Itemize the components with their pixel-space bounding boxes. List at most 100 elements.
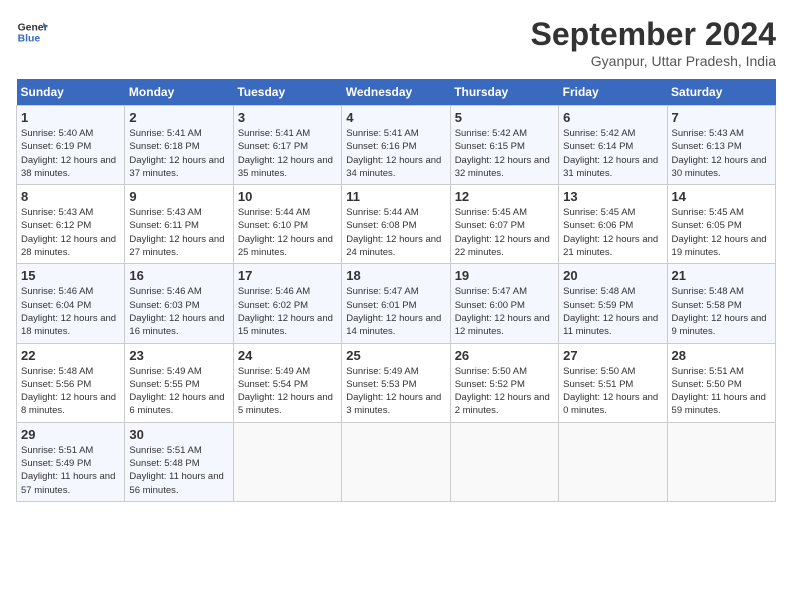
calendar-cell: 26 Sunrise: 5:50 AMSunset: 5:52 PMDaylig…: [450, 343, 558, 422]
calendar-cell: 8 Sunrise: 5:43 AMSunset: 6:12 PMDayligh…: [17, 185, 125, 264]
day-detail: Sunrise: 5:49 AMSunset: 5:55 PMDaylight:…: [129, 366, 224, 417]
calendar-cell: 7 Sunrise: 5:43 AMSunset: 6:13 PMDayligh…: [667, 106, 775, 185]
weekday-header-friday: Friday: [559, 79, 667, 106]
calendar-cell: 16 Sunrise: 5:46 AMSunset: 6:03 PMDaylig…: [125, 264, 233, 343]
weekday-header-row: SundayMondayTuesdayWednesdayThursdayFrid…: [17, 79, 776, 106]
day-number: 12: [455, 189, 554, 204]
day-number: 20: [563, 268, 662, 283]
calendar-cell: 30 Sunrise: 5:51 AMSunset: 5:48 PMDaylig…: [125, 422, 233, 501]
day-detail: Sunrise: 5:43 AMSunset: 6:12 PMDaylight:…: [21, 207, 116, 258]
calendar-cell: 1 Sunrise: 5:40 AMSunset: 6:19 PMDayligh…: [17, 106, 125, 185]
calendar-cell: 21 Sunrise: 5:48 AMSunset: 5:58 PMDaylig…: [667, 264, 775, 343]
calendar-cell: 25 Sunrise: 5:49 AMSunset: 5:53 PMDaylig…: [342, 343, 450, 422]
calendar-cell: 29 Sunrise: 5:51 AMSunset: 5:49 PMDaylig…: [17, 422, 125, 501]
day-detail: Sunrise: 5:40 AMSunset: 6:19 PMDaylight:…: [21, 128, 116, 179]
calendar-cell: [559, 422, 667, 501]
day-number: 4: [346, 110, 445, 125]
day-number: 21: [672, 268, 771, 283]
day-detail: Sunrise: 5:50 AMSunset: 5:52 PMDaylight:…: [455, 366, 550, 417]
calendar-cell: [233, 422, 341, 501]
calendar-cell: 2 Sunrise: 5:41 AMSunset: 6:18 PMDayligh…: [125, 106, 233, 185]
day-number: 18: [346, 268, 445, 283]
day-number: 10: [238, 189, 337, 204]
calendar-cell: 15 Sunrise: 5:46 AMSunset: 6:04 PMDaylig…: [17, 264, 125, 343]
day-number: 2: [129, 110, 228, 125]
calendar-cell: 28 Sunrise: 5:51 AMSunset: 5:50 PMDaylig…: [667, 343, 775, 422]
day-number: 16: [129, 268, 228, 283]
page-header: General Blue September 2024 Gyanpur, Utt…: [16, 16, 776, 69]
calendar-cell: 27 Sunrise: 5:50 AMSunset: 5:51 PMDaylig…: [559, 343, 667, 422]
day-number: 3: [238, 110, 337, 125]
day-number: 25: [346, 348, 445, 363]
day-detail: Sunrise: 5:41 AMSunset: 6:18 PMDaylight:…: [129, 128, 224, 179]
day-detail: Sunrise: 5:41 AMSunset: 6:17 PMDaylight:…: [238, 128, 333, 179]
calendar-cell: 18 Sunrise: 5:47 AMSunset: 6:01 PMDaylig…: [342, 264, 450, 343]
day-detail: Sunrise: 5:48 AMSunset: 5:58 PMDaylight:…: [672, 286, 767, 337]
calendar-cell: 14 Sunrise: 5:45 AMSunset: 6:05 PMDaylig…: [667, 185, 775, 264]
day-number: 23: [129, 348, 228, 363]
calendar-cell: [450, 422, 558, 501]
day-number: 17: [238, 268, 337, 283]
day-number: 1: [21, 110, 120, 125]
day-detail: Sunrise: 5:41 AMSunset: 6:16 PMDaylight:…: [346, 128, 441, 179]
day-detail: Sunrise: 5:51 AMSunset: 5:48 PMDaylight:…: [129, 445, 223, 496]
day-detail: Sunrise: 5:51 AMSunset: 5:50 PMDaylight:…: [672, 366, 766, 417]
weekday-header-monday: Monday: [125, 79, 233, 106]
weekday-header-sunday: Sunday: [17, 79, 125, 106]
day-number: 29: [21, 427, 120, 442]
day-detail: Sunrise: 5:47 AMSunset: 6:00 PMDaylight:…: [455, 286, 550, 337]
day-detail: Sunrise: 5:48 AMSunset: 5:56 PMDaylight:…: [21, 366, 116, 417]
day-number: 22: [21, 348, 120, 363]
svg-text:Blue: Blue: [18, 34, 41, 45]
day-detail: Sunrise: 5:44 AMSunset: 6:10 PMDaylight:…: [238, 207, 333, 258]
calendar-cell: 19 Sunrise: 5:47 AMSunset: 6:00 PMDaylig…: [450, 264, 558, 343]
day-detail: Sunrise: 5:45 AMSunset: 6:07 PMDaylight:…: [455, 207, 550, 258]
day-number: 15: [21, 268, 120, 283]
day-number: 19: [455, 268, 554, 283]
day-detail: Sunrise: 5:46 AMSunset: 6:03 PMDaylight:…: [129, 286, 224, 337]
calendar-cell: 5 Sunrise: 5:42 AMSunset: 6:15 PMDayligh…: [450, 106, 558, 185]
week-row-5: 29 Sunrise: 5:51 AMSunset: 5:49 PMDaylig…: [17, 422, 776, 501]
calendar-cell: 3 Sunrise: 5:41 AMSunset: 6:17 PMDayligh…: [233, 106, 341, 185]
week-row-3: 15 Sunrise: 5:46 AMSunset: 6:04 PMDaylig…: [17, 264, 776, 343]
day-number: 27: [563, 348, 662, 363]
day-number: 8: [21, 189, 120, 204]
day-detail: Sunrise: 5:45 AMSunset: 6:06 PMDaylight:…: [563, 207, 658, 258]
calendar-cell: 11 Sunrise: 5:44 AMSunset: 6:08 PMDaylig…: [342, 185, 450, 264]
day-number: 13: [563, 189, 662, 204]
logo: General Blue: [16, 16, 48, 48]
calendar-cell: 4 Sunrise: 5:41 AMSunset: 6:16 PMDayligh…: [342, 106, 450, 185]
calendar-cell: 12 Sunrise: 5:45 AMSunset: 6:07 PMDaylig…: [450, 185, 558, 264]
day-number: 28: [672, 348, 771, 363]
day-detail: Sunrise: 5:42 AMSunset: 6:15 PMDaylight:…: [455, 128, 550, 179]
day-number: 9: [129, 189, 228, 204]
day-detail: Sunrise: 5:45 AMSunset: 6:05 PMDaylight:…: [672, 207, 767, 258]
calendar-cell: 10 Sunrise: 5:44 AMSunset: 6:10 PMDaylig…: [233, 185, 341, 264]
day-detail: Sunrise: 5:49 AMSunset: 5:53 PMDaylight:…: [346, 366, 441, 417]
calendar-cell: [667, 422, 775, 501]
day-detail: Sunrise: 5:51 AMSunset: 5:49 PMDaylight:…: [21, 445, 115, 496]
day-number: 26: [455, 348, 554, 363]
location: Gyanpur, Uttar Pradesh, India: [531, 53, 776, 69]
day-detail: Sunrise: 5:48 AMSunset: 5:59 PMDaylight:…: [563, 286, 658, 337]
day-detail: Sunrise: 5:46 AMSunset: 6:04 PMDaylight:…: [21, 286, 116, 337]
calendar-cell: 17 Sunrise: 5:46 AMSunset: 6:02 PMDaylig…: [233, 264, 341, 343]
calendar-cell: 9 Sunrise: 5:43 AMSunset: 6:11 PMDayligh…: [125, 185, 233, 264]
day-number: 30: [129, 427, 228, 442]
calendar-cell: 22 Sunrise: 5:48 AMSunset: 5:56 PMDaylig…: [17, 343, 125, 422]
day-number: 11: [346, 189, 445, 204]
day-detail: Sunrise: 5:43 AMSunset: 6:11 PMDaylight:…: [129, 207, 224, 258]
day-number: 7: [672, 110, 771, 125]
logo-icon: General Blue: [16, 16, 48, 48]
month-title: September 2024: [531, 16, 776, 53]
calendar-cell: 13 Sunrise: 5:45 AMSunset: 6:06 PMDaylig…: [559, 185, 667, 264]
calendar-cell: 24 Sunrise: 5:49 AMSunset: 5:54 PMDaylig…: [233, 343, 341, 422]
calendar-table: SundayMondayTuesdayWednesdayThursdayFrid…: [16, 79, 776, 502]
weekday-header-saturday: Saturday: [667, 79, 775, 106]
week-row-2: 8 Sunrise: 5:43 AMSunset: 6:12 PMDayligh…: [17, 185, 776, 264]
day-detail: Sunrise: 5:47 AMSunset: 6:01 PMDaylight:…: [346, 286, 441, 337]
day-number: 14: [672, 189, 771, 204]
day-detail: Sunrise: 5:49 AMSunset: 5:54 PMDaylight:…: [238, 366, 333, 417]
day-detail: Sunrise: 5:43 AMSunset: 6:13 PMDaylight:…: [672, 128, 767, 179]
weekday-header-thursday: Thursday: [450, 79, 558, 106]
